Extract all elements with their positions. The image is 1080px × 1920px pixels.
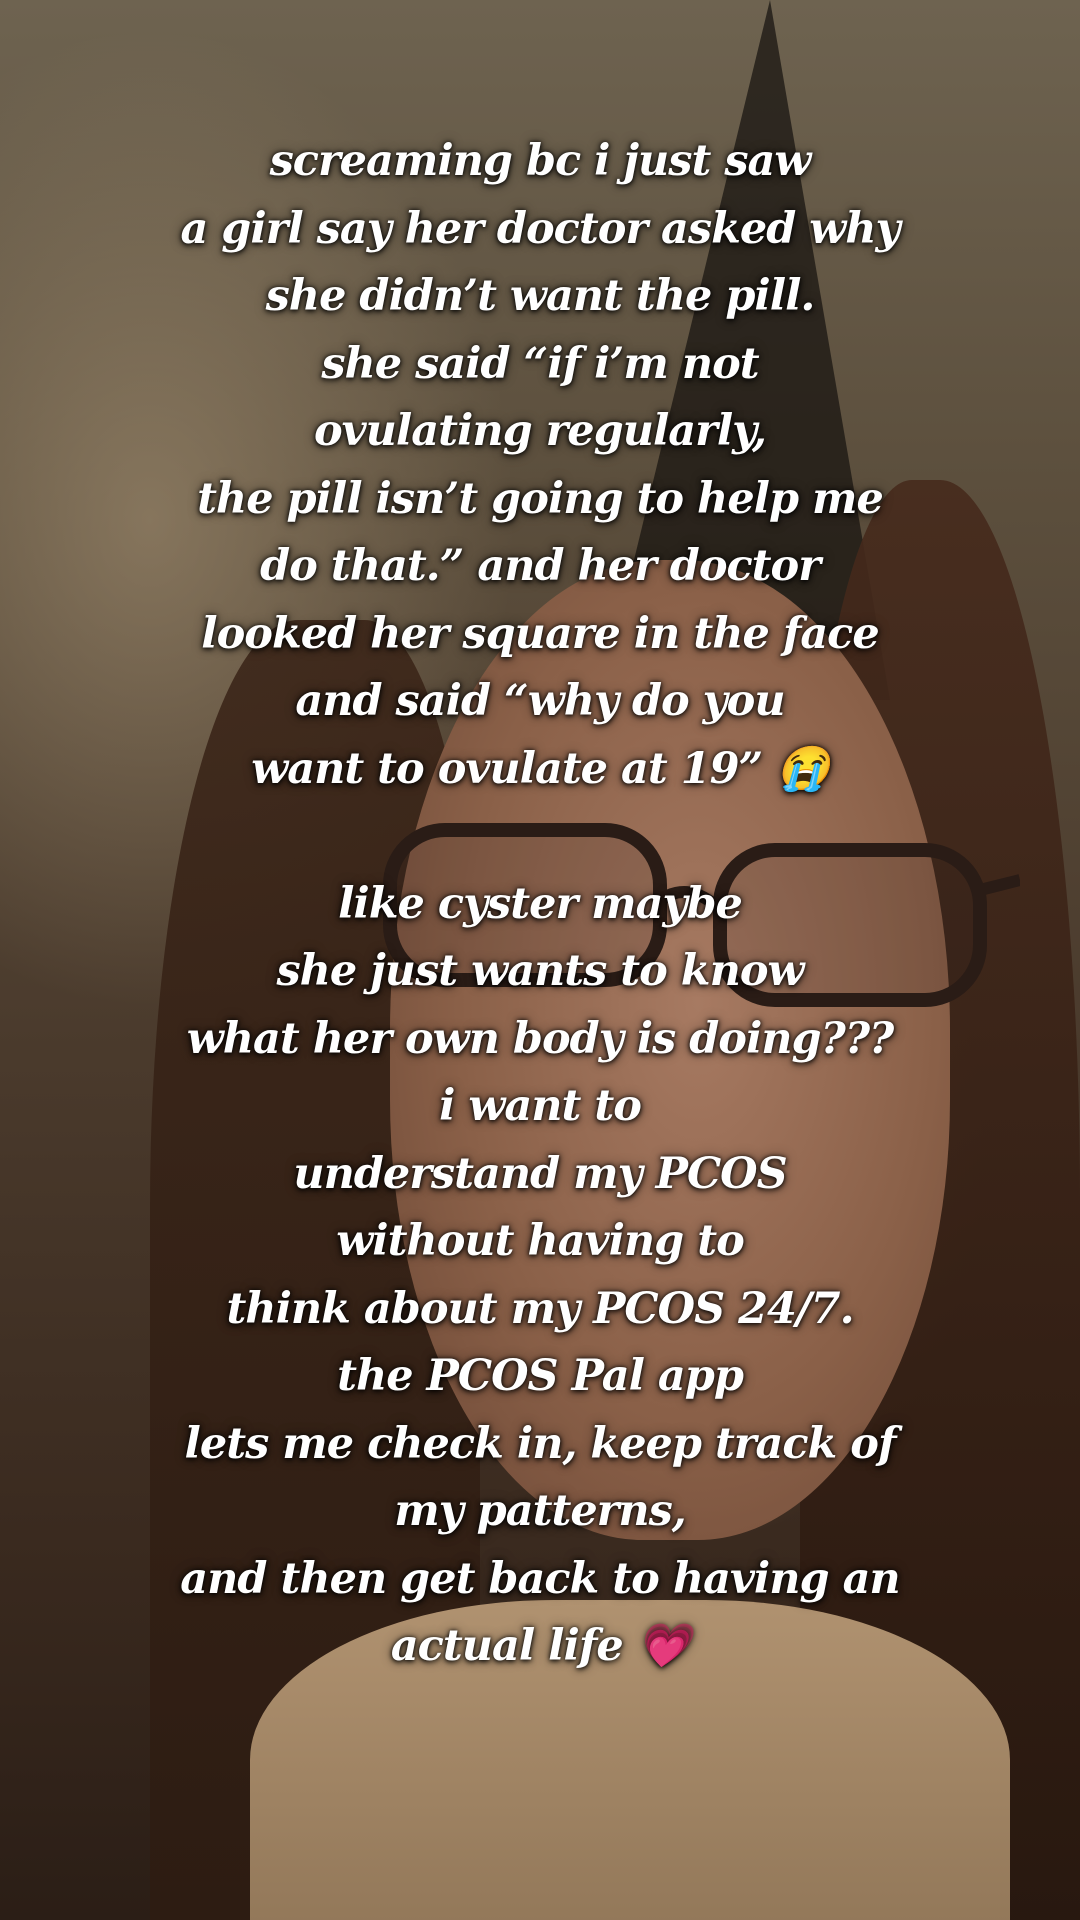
caption-overlay: screaming bc i just saw a girl say her d… <box>40 128 1040 1681</box>
caption-line: looked her square in the face <box>201 608 879 659</box>
caption-line: the pill isn’t going to help me <box>197 473 884 524</box>
caption-line: do that.” and her doctor <box>260 541 821 591</box>
caption-line: a girl say her doctor asked why <box>180 203 900 254</box>
caption-line: i want to <box>439 1081 642 1131</box>
caption-line: the PCOS Pal app <box>337 1351 744 1401</box>
caption-line: want to ovulate at 19” 😭 <box>251 743 830 794</box>
caption-line: she didn’t want the pill. <box>265 271 816 321</box>
caption-line: ovulating regularly, <box>314 406 767 456</box>
caption-line: and then get back to having an <box>180 1553 900 1604</box>
caption-line: what her own body is doing??? <box>186 1013 894 1064</box>
caption-line: like cyster maybe <box>338 878 743 929</box>
video-frame: screaming bc i just saw a girl say her d… <box>0 0 1080 1920</box>
caption-line: lets me check in, keep track of <box>184 1418 897 1469</box>
caption-line: think about my PCOS 24/7. <box>226 1283 854 1334</box>
caption-line: screaming bc i just saw <box>269 136 812 186</box>
caption-line: she just wants to know <box>276 946 804 996</box>
caption-line: actual life 💗 <box>390 1621 690 1671</box>
caption-line: she said “if i’m not <box>321 338 759 389</box>
caption-paragraph-gap <box>40 803 1040 871</box>
caption-line: and said “why do you <box>295 676 785 726</box>
caption-line: my patterns, <box>394 1486 687 1536</box>
caption-line: understand my PCOS <box>293 1148 787 1199</box>
caption-line: without having to <box>336 1216 745 1266</box>
